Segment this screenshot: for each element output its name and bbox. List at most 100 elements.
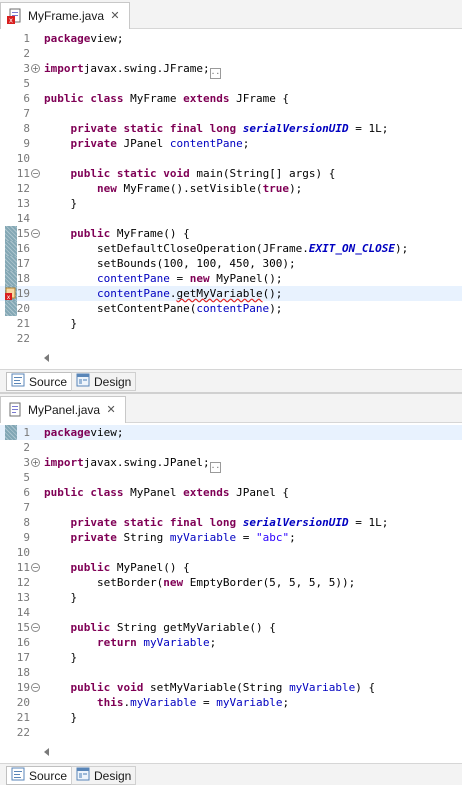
tab-myframe[interactable]: x MyFrame.java ✕	[0, 2, 131, 29]
editor-tab-bar: MyPanel.java ✕	[0, 394, 462, 423]
code-line[interactable]: 14	[0, 605, 462, 620]
code-line[interactable]: 12 setBorder(new EmptyBorder(5, 5, 5, 5)…	[0, 575, 462, 590]
code-line[interactable]: 13 }	[0, 590, 462, 605]
tab-design[interactable]: Design	[71, 766, 137, 785]
fold-minus-icon[interactable]: −	[31, 683, 40, 692]
code-line[interactable]: 8 private static final long serialVersio…	[0, 121, 462, 136]
line-number: 21	[16, 317, 30, 330]
fold-plus-icon[interactable]: +	[31, 64, 40, 73]
code-line[interactable]: 18	[0, 665, 462, 680]
code-line[interactable]: 16 setDefaultCloseOperation(JFrame.EXIT_…	[0, 241, 462, 256]
fold-minus-icon[interactable]: −	[31, 229, 40, 238]
code-text: }	[44, 591, 78, 604]
code-line[interactable]: 15− public String getMyVariable() {	[0, 620, 462, 635]
line-number: 16	[16, 636, 30, 649]
code-area[interactable]: 1 packageview; 2 3 + importjavax.swing.JFrame…	[0, 31, 462, 351]
code-line[interactable]: 11− public MyPanel() {	[0, 560, 462, 575]
code-text: }	[44, 317, 78, 330]
code-line[interactable]: 9 private String myVariable = "abc";	[0, 530, 462, 545]
fold-minus-icon[interactable]: −	[31, 563, 40, 572]
tab-design[interactable]: Design	[71, 372, 137, 391]
java-error-file-icon: x	[7, 8, 23, 25]
code-text: setBounds(100, 100, 450, 300);	[44, 257, 296, 270]
source-icon	[11, 767, 25, 784]
editor-myframe: x MyFrame.java ✕ 1 packageview; 2 3 + importj…	[0, 0, 462, 392]
code-line[interactable]: 18 contentPane = new MyPanel();	[0, 271, 462, 286]
editor-mypanel: MyPanel.java ✕ 1 packageview; 2 3 + importjav…	[0, 394, 462, 785]
code-line[interactable]: 9 private JPanel contentPane;	[0, 136, 462, 151]
code-line[interactable]: 21 }	[0, 316, 462, 331]
line-number: 1	[23, 32, 30, 45]
horizontal-scrollbar[interactable]	[0, 745, 462, 760]
code-line[interactable]: 21 }	[0, 710, 462, 725]
code-text: packageview;	[44, 32, 124, 45]
code-line[interactable]: 10	[0, 545, 462, 560]
fold-minus-icon[interactable]: −	[31, 169, 40, 178]
line-number: 20	[16, 696, 30, 709]
code-line[interactable]: 3 + importjavax.swing.JPanel;..	[0, 455, 462, 473]
tab-mypanel[interactable]: MyPanel.java ✕	[0, 396, 127, 423]
code-line[interactable]: 19− public void setMyVariable(String myV…	[0, 680, 462, 695]
code-line[interactable]: 8 private static final long serialVersio…	[0, 515, 462, 530]
code-line[interactable]: 17 setBounds(100, 100, 450, 300);	[0, 256, 462, 271]
code-line[interactable]: x 19 contentPane.getMyVariable();	[0, 286, 462, 301]
code-text: public static void main(String[] args) {	[70, 167, 336, 180]
code-text: setDefaultCloseOperation(JFrame.EXIT_ON_…	[44, 242, 409, 255]
code-line[interactable]: 7	[0, 500, 462, 515]
line-number: 2	[23, 441, 30, 454]
code-line[interactable]: 2	[0, 440, 462, 455]
code-line[interactable]: 5	[0, 470, 462, 485]
code-line[interactable]: 22	[0, 331, 462, 346]
code-line[interactable]: 1 packageview;	[0, 425, 462, 440]
line-number: 8	[23, 516, 30, 529]
code-line[interactable]: 12 new MyFrame().setVisible(true);	[0, 181, 462, 196]
code-text: private static final long serialVersionU…	[70, 122, 389, 135]
line-number: 1	[23, 426, 30, 439]
code-line[interactable]: 16 return myVariable;	[0, 635, 462, 650]
code-line[interactable]: 15− public MyFrame() {	[0, 226, 462, 241]
line-number: 17	[16, 257, 30, 270]
code-text: private static final long serialVersionU…	[70, 516, 389, 529]
tab-source[interactable]: Source	[6, 372, 73, 391]
line-number: 3	[23, 62, 30, 75]
line-number: 6	[23, 486, 30, 499]
code-line[interactable]: 17 }	[0, 650, 462, 665]
code-line[interactable]: 2	[0, 46, 462, 61]
line-number: 20	[16, 302, 30, 315]
code-line[interactable]: 7	[0, 106, 462, 121]
line-number: 5	[23, 471, 30, 484]
close-icon[interactable]: ✕	[109, 10, 121, 22]
code-text: packageview;	[44, 426, 124, 439]
code-area[interactable]: 1 packageview; 2 3 + importjavax.swing.JPanel…	[0, 425, 462, 745]
code-line[interactable]: 1 packageview;	[0, 31, 462, 46]
code-line[interactable]: 6 public class MyFrame extends JFrame {	[0, 91, 462, 106]
code-text: }	[44, 711, 78, 724]
line-number: 12	[16, 576, 30, 589]
line-number: 5	[23, 77, 30, 90]
code-line[interactable]: 13 }	[0, 196, 462, 211]
code-line[interactable]: 6 public class MyPanel extends JPanel {	[0, 485, 462, 500]
code-line[interactable]: 5	[0, 76, 462, 91]
code-text: return myVariable;	[96, 636, 217, 649]
code-line[interactable]: 20 setContentPane(contentPane);	[0, 301, 462, 316]
java-file-icon	[7, 402, 23, 418]
line-number: 13	[16, 591, 30, 604]
scroll-left-icon[interactable]	[44, 354, 49, 362]
tab-source[interactable]: Source	[6, 766, 73, 785]
line-number: 22	[16, 332, 30, 345]
code-text: }	[44, 197, 78, 210]
line-number: 18	[16, 272, 30, 285]
fold-plus-icon[interactable]: +	[31, 458, 40, 467]
line-number: 15	[16, 621, 30, 634]
fold-minus-icon[interactable]: −	[31, 623, 40, 632]
code-line[interactable]: 20 this.myVariable = myVariable;	[0, 695, 462, 710]
close-icon[interactable]: ✕	[105, 404, 117, 416]
tab-label: MyPanel.java	[28, 403, 101, 417]
horizontal-scrollbar[interactable]	[0, 351, 462, 366]
code-line[interactable]: 22	[0, 725, 462, 740]
scroll-left-icon[interactable]	[44, 748, 49, 756]
code-line[interactable]: 10	[0, 151, 462, 166]
code-line[interactable]: 11− public static void main(String[] arg…	[0, 166, 462, 181]
code-line[interactable]: 3 + importjavax.swing.JFrame;..	[0, 61, 462, 79]
code-line[interactable]: 14	[0, 211, 462, 226]
